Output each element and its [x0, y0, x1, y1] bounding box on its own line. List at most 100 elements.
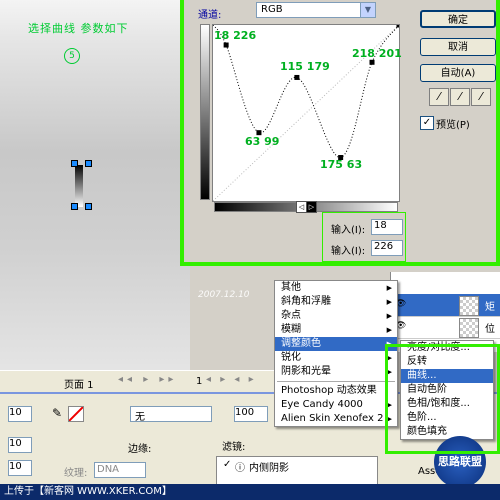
- brand-logo: 思路联盟: [434, 436, 486, 488]
- selection-handle[interactable]: [85, 203, 92, 210]
- texture-value: DNA: [97, 464, 120, 475]
- submenu-item-label: 曲线...: [407, 370, 437, 381]
- submenu-item[interactable]: 色相/饱和度...: [401, 397, 493, 411]
- chevron-right-icon: ▶: [386, 415, 392, 423]
- page-toolbar: 页面 1 ◂◂ ▸ ▸▸ 1 ◂ ▸ ◂ ▸: [0, 370, 280, 393]
- chevron-right-icon: ▶: [386, 354, 392, 362]
- chevron-down-icon[interactable]: ▼: [360, 3, 375, 17]
- selection-handle[interactable]: [71, 203, 78, 210]
- curves-dialog: 通道: RGB ▼ ◁ ▷ 18 226 115 179 218 201 63 …: [180, 0, 500, 266]
- filter-item[interactable]: 内侧阴影: [249, 459, 289, 474]
- channel-select[interactable]: RGB ▼: [256, 2, 376, 18]
- menu-item[interactable]: Photoshop 动态效果: [275, 384, 397, 398]
- point-label-1: 18 226: [214, 29, 257, 42]
- edge-label: 边缘:: [128, 444, 152, 455]
- chevron-right-icon: ▶: [386, 312, 392, 320]
- cancel-button[interactable]: 取消: [420, 38, 496, 56]
- curve-control-point[interactable]: [369, 59, 375, 65]
- chevron-right-icon: ▶: [386, 284, 392, 292]
- layer-row[interactable]: [391, 272, 500, 295]
- page-nav-icons[interactable]: ◂◂ ▸ ▸▸: [118, 374, 177, 385]
- chevron-right-icon: ▶: [386, 326, 392, 334]
- curve-line[interactable]: [213, 25, 399, 159]
- menu-item-label: 调整颜色: [281, 338, 321, 349]
- submenu-item[interactable]: 曲线...: [401, 369, 493, 383]
- submenu-item-label: 颜色填充: [407, 426, 447, 437]
- submenu-item-label: 色相/饱和度...: [407, 398, 470, 409]
- pencil-icon[interactable]: ✎: [52, 406, 62, 420]
- menu-item[interactable]: 锐化 ▶: [275, 351, 397, 365]
- input-label: 输入(I):: [331, 225, 366, 236]
- menu-item-label: Eye Candy 4000: [281, 399, 363, 410]
- output-field[interactable]: 226: [371, 240, 403, 256]
- white-eyedropper-icon[interactable]: ⁄: [471, 88, 491, 106]
- submenu-item[interactable]: 自动色阶: [401, 383, 493, 397]
- page-number: 1: [196, 376, 203, 387]
- submenu-item-label: 自动色阶: [407, 384, 447, 395]
- preview-checkbox[interactable]: ✓: [420, 116, 434, 130]
- selection-handle[interactable]: [71, 160, 78, 167]
- stroke-color-swatch[interactable]: [68, 406, 84, 422]
- submenu-item-label: 色阶...: [407, 412, 437, 423]
- gradient-toggle[interactable]: ◁ ▷: [296, 201, 317, 213]
- chevron-right-icon: ▶: [386, 298, 392, 306]
- gradient-rectangle[interactable]: [75, 165, 83, 207]
- size-field[interactable]: 10: [8, 460, 32, 476]
- canvas-watermark: 2007.12.10: [198, 290, 250, 300]
- filters-list[interactable]: ✓ ⓘ 内侧阴影: [216, 456, 378, 486]
- layer-thumbnail: [459, 296, 479, 316]
- menu-item[interactable]: 斜角和浮雕 ▶: [275, 295, 397, 309]
- step-number-badge: 5: [64, 48, 80, 64]
- opacity-field[interactable]: 100: [234, 406, 268, 422]
- submenu-item-label: 亮度/对比度...: [407, 342, 470, 353]
- stroke-type-select[interactable]: 无: [130, 406, 212, 423]
- menu-item[interactable]: 阴影和光晕 ▶: [275, 365, 397, 379]
- curve-control-point[interactable]: [294, 74, 300, 80]
- height-field[interactable]: 10: [8, 437, 32, 453]
- ok-button[interactable]: 确定: [420, 10, 496, 28]
- document-canvas[interactable]: [0, 0, 190, 380]
- layer-row[interactable]: 👁 位: [391, 316, 500, 339]
- channel-value: RGB: [261, 4, 283, 15]
- width-field[interactable]: 10: [8, 406, 32, 422]
- texture-select[interactable]: DNA: [94, 462, 146, 478]
- info-icon: ⓘ: [235, 463, 245, 474]
- selection-handle[interactable]: [85, 160, 92, 167]
- page-label[interactable]: 页面 1: [64, 376, 94, 391]
- status-bar: 上传于【新客网 WWW.XKER.COM】: [0, 484, 500, 500]
- menu-item[interactable]: 其他 ▶: [275, 281, 397, 295]
- menu-item[interactable]: 模糊 ▶: [275, 323, 397, 337]
- brand-text: 思路联盟: [438, 455, 482, 468]
- menu-item[interactable]: Eye Candy 4000 ▶: [275, 398, 397, 412]
- layer-thumbnail: [459, 318, 479, 338]
- submenu-item[interactable]: 颜色填充: [401, 425, 493, 439]
- output-gradient-bar: [200, 24, 210, 200]
- arrow-right-icon[interactable]: ▷: [306, 201, 317, 213]
- menu-item[interactable]: 调整颜色 ▶: [275, 337, 397, 351]
- submenu-item[interactable]: 亮度/对比度...: [401, 341, 493, 355]
- texture-label: 纹理:: [64, 468, 88, 479]
- menu-item[interactable]: 杂点 ▶: [275, 309, 397, 323]
- submenu-item[interactable]: 反转: [401, 355, 493, 369]
- curve-control-point[interactable]: [223, 42, 229, 48]
- black-eyedropper-icon[interactable]: ⁄: [429, 88, 449, 106]
- menu-item-label: 杂点: [281, 310, 301, 321]
- input-field[interactable]: 18: [371, 219, 403, 235]
- point-label-5: 175 63: [320, 158, 363, 171]
- menu-item[interactable]: Alien Skin Xenofex 2 ▶: [275, 412, 397, 426]
- preview-label: 预览(P): [436, 120, 470, 131]
- instruction-text: 选择曲线 参数如下: [28, 22, 129, 35]
- point-label-4: 63 99: [245, 135, 280, 148]
- menu-item-label: 阴影和光晕: [281, 366, 331, 377]
- check-icon[interactable]: ✓: [223, 459, 231, 470]
- auto-button[interactable]: 自动(A): [420, 64, 496, 82]
- point-label-3: 218 201: [352, 47, 402, 60]
- menu-item-label: Alien Skin Xenofex 2: [281, 413, 384, 424]
- output-label: 输入(I):: [331, 246, 366, 257]
- frame-nav-icons[interactable]: ◂ ▸ ◂ ▸: [206, 374, 257, 385]
- submenu-item[interactable]: 色阶...: [401, 411, 493, 425]
- layer-row[interactable]: 👁 矩: [391, 294, 500, 317]
- curve-control-point[interactable]: [396, 25, 400, 28]
- menu-item-label: 斜角和浮雕: [281, 296, 331, 307]
- gray-eyedropper-icon[interactable]: ⁄: [450, 88, 470, 106]
